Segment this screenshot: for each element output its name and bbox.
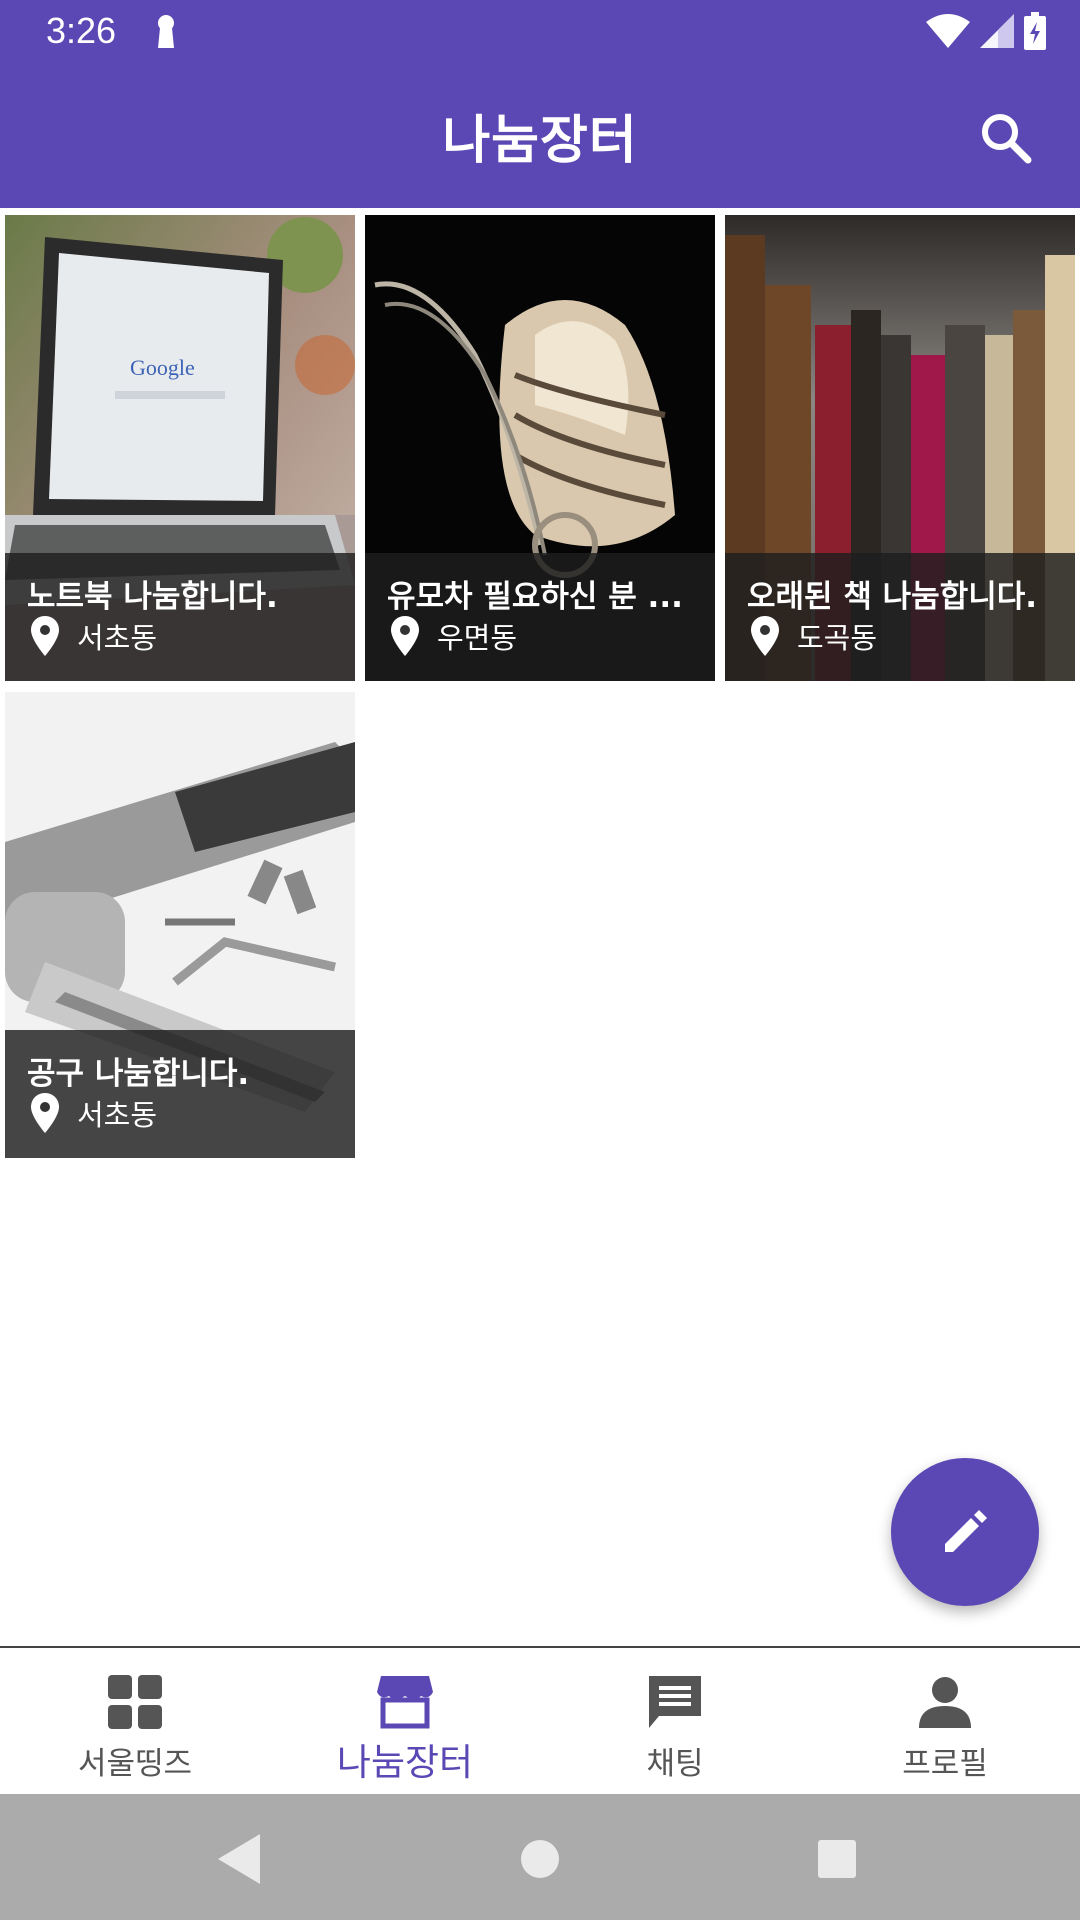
bottom-navigation: 서울띵즈 나눔장터 채팅 프로필 bbox=[0, 1646, 1080, 1796]
write-post-button[interactable] bbox=[891, 1458, 1039, 1606]
listing-location: 서초동 bbox=[31, 615, 157, 657]
nav-label: 나눔장터 bbox=[336, 1741, 474, 1784]
app-bar: 나눔장터 bbox=[0, 64, 1080, 208]
nav-item-market[interactable]: 나눔장터 bbox=[270, 1648, 540, 1796]
nav-label: 서울띵즈 bbox=[77, 1746, 193, 1782]
back-icon[interactable] bbox=[204, 1824, 274, 1894]
battery-icon bbox=[1024, 12, 1046, 54]
recents-icon[interactable] bbox=[802, 1824, 872, 1894]
location-pin-icon bbox=[31, 1093, 59, 1133]
listing-title: 공구 나눔합니다. bbox=[27, 1056, 250, 1092]
storefront-icon bbox=[377, 1676, 433, 1729]
nav-label: 프로필 bbox=[902, 1746, 988, 1782]
nav-item-chat[interactable]: 채팅 bbox=[540, 1648, 810, 1796]
svg-text:Google: Google bbox=[130, 355, 195, 380]
listing-caption: 공구 나눔합니다. 서초동 bbox=[5, 1030, 355, 1158]
nav-label: 채팅 bbox=[646, 1746, 704, 1782]
person-icon bbox=[919, 1677, 971, 1728]
chat-icon bbox=[649, 1676, 701, 1728]
wifi-icon bbox=[926, 14, 970, 52]
listing-location: 도곡동 bbox=[751, 615, 877, 657]
grid-icon bbox=[108, 1675, 162, 1729]
listing-card[interactable]: 공구 나눔합니다. 서초동 bbox=[5, 692, 355, 1158]
location-text: 서초동 bbox=[77, 621, 158, 655]
listing-caption: 노트북 나눔합니다. 서초동 bbox=[5, 553, 355, 681]
system-navigation-bar bbox=[0, 1794, 1080, 1920]
listing-title: 노트북 나눔합니다. bbox=[27, 579, 278, 615]
status-time: 3:26 bbox=[46, 10, 117, 51]
pencil-icon bbox=[945, 1510, 987, 1552]
listing-card[interactable]: 오래된 책 나눔합니다. 도곡동 bbox=[725, 215, 1075, 681]
keyhole-icon bbox=[154, 14, 178, 54]
listing-title: 오래된 책 나눔합니다. bbox=[747, 579, 1038, 615]
nav-item-profile[interactable]: 프로필 bbox=[810, 1648, 1080, 1796]
listing-location: 서초동 bbox=[31, 1092, 157, 1134]
search-icon bbox=[982, 114, 1032, 164]
location-pin-icon bbox=[31, 616, 59, 656]
status-bar: 3:26 bbox=[0, 0, 1080, 64]
location-text: 우면동 bbox=[437, 621, 518, 655]
cell-signal-icon bbox=[980, 14, 1014, 52]
listing-title: 유모차 필요하신 분 ... bbox=[387, 579, 683, 615]
listing-location: 우면동 bbox=[391, 615, 517, 657]
listing-card[interactable]: 유모차 필요하신 분 ... 우면동 bbox=[365, 215, 715, 681]
search-button[interactable] bbox=[976, 108, 1036, 168]
location-pin-icon bbox=[751, 616, 779, 656]
nav-item-seoul-things[interactable]: 서울띵즈 bbox=[0, 1648, 270, 1796]
location-text: 도곡동 bbox=[797, 621, 878, 655]
listing-caption: 유모차 필요하신 분 ... 우면동 bbox=[365, 553, 715, 681]
location-pin-icon bbox=[391, 616, 419, 656]
listing-card[interactable]: Google 노트북 나눔합니다. 서초동 bbox=[5, 215, 355, 681]
home-icon[interactable] bbox=[505, 1824, 575, 1894]
page-title: 나눔장터 bbox=[442, 111, 638, 171]
listing-caption: 오래된 책 나눔합니다. 도곡동 bbox=[725, 553, 1075, 681]
location-text: 서초동 bbox=[77, 1098, 158, 1132]
